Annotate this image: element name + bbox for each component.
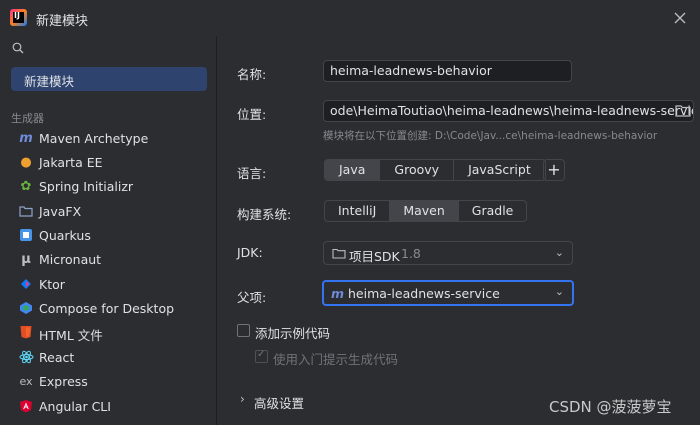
angular-icon xyxy=(18,399,34,415)
location-value: ode\HeimaToutiao\heima-leadnews\heima-le… xyxy=(330,103,694,118)
check-icon: ✓ xyxy=(257,349,266,360)
sidebar-item-quarkus[interactable]: Quarkus xyxy=(18,225,208,247)
onboarding-tips-checkbox[interactable]: ✓ xyxy=(255,349,268,363)
parent-label: 父项: xyxy=(237,290,267,305)
generators-section-label: 生成器 xyxy=(11,112,44,125)
parent-dropdown[interactable]: m heima-leadnews-service ⌄ xyxy=(322,280,574,306)
language-option-groovy[interactable]: Groovy xyxy=(379,159,455,181)
jakarta-icon: ● xyxy=(20,155,32,170)
sidebar-item-maven-archetype[interactable]: m Maven Archetype xyxy=(18,128,208,150)
location-hint: 模块将在以下位置创建: D:\Code\Jav...ce\heima-leadn… xyxy=(323,130,658,142)
maven-icon: m xyxy=(331,286,345,301)
quarkus-icon xyxy=(18,228,34,244)
onboarding-tips-label: 使用入门提示生成代码 xyxy=(273,352,399,367)
jdk-name: 项目SDK xyxy=(349,249,400,264)
sidebar-item-html-file[interactable]: HTML 文件 xyxy=(18,322,208,344)
search-icon[interactable] xyxy=(12,42,24,54)
close-button[interactable] xyxy=(668,6,692,30)
language-segmented-control: Java Groovy JavaScript xyxy=(324,159,546,181)
location-input[interactable]: ode\HeimaToutiao\heima-leadnews\heima-le… xyxy=(323,100,694,122)
compose-icon xyxy=(18,301,34,317)
sidebar-item-compose-desktop[interactable]: Compose for Desktop xyxy=(18,298,208,320)
jdk-dropdown[interactable]: 项目SDK 1.8 ⌄ xyxy=(323,241,573,265)
parent-value: heima-leadnews-service xyxy=(348,286,500,301)
chevron-down-icon: ⌄ xyxy=(554,285,564,298)
sidebar-item-jakarta-ee[interactable]: ● Jakarta EE xyxy=(18,152,208,174)
sidebar-item-spring-initializr[interactable]: ✿ Spring Initializr xyxy=(18,176,208,198)
chevron-down-icon: ⌄ xyxy=(554,246,564,259)
sidebar-item-ktor[interactable]: Ktor xyxy=(18,274,208,296)
window-title: 新建模块 xyxy=(36,14,89,29)
spring-icon: ✿ xyxy=(20,179,32,194)
sidebar-item-angular-cli[interactable]: Angular CLI xyxy=(18,396,208,418)
sidebar-item-javafx[interactable]: JavaFX xyxy=(18,201,208,223)
jdk-version: 1.8 xyxy=(401,246,421,261)
html-icon xyxy=(18,325,34,341)
sidebar-item-new-module[interactable]: 新建模块 xyxy=(11,67,207,91)
sidebar-item-label: 新建模块 xyxy=(24,74,75,89)
jdk-label: JDK: xyxy=(237,245,263,260)
folder-icon[interactable] xyxy=(673,102,693,120)
javafx-icon xyxy=(18,204,34,220)
advanced-settings-toggle[interactable]: › 高级设置 xyxy=(240,392,360,411)
language-label: 语言: xyxy=(237,166,267,181)
build-system-segmented-control: IntelliJ Maven Gradle xyxy=(324,200,528,222)
sidebar-item-micronaut[interactable]: μ Micronaut xyxy=(18,249,208,271)
add-sample-code-label: 添加示例代码 xyxy=(255,326,331,341)
language-option-javascript[interactable]: JavaScript xyxy=(453,159,546,181)
folder-icon xyxy=(332,248,346,259)
watermark: CSDN @菠菠萝宝 xyxy=(549,398,672,416)
build-option-maven[interactable]: Maven xyxy=(389,200,459,222)
build-system-label: 构建系统: xyxy=(237,207,292,222)
build-option-gradle[interactable]: Gradle xyxy=(457,200,528,222)
advanced-settings-label: 高级设置 xyxy=(254,396,305,411)
react-icon xyxy=(18,350,34,366)
sidebar-item-react[interactable]: React xyxy=(18,347,208,369)
build-option-intellij[interactable]: IntelliJ xyxy=(324,200,391,222)
title-bar: IJ 新建模块 xyxy=(0,0,700,36)
location-label: 位置: xyxy=(237,107,267,122)
name-label: 名称: xyxy=(237,67,267,82)
micronaut-icon: μ xyxy=(21,252,31,267)
chevron-right-icon: › xyxy=(240,392,245,406)
maven-icon: m xyxy=(19,131,33,146)
add-sample-code-checkbox[interactable] xyxy=(237,324,250,337)
sidebar-item-express[interactable]: ex Express xyxy=(18,371,208,393)
language-option-java[interactable]: Java xyxy=(324,159,381,181)
add-language-button[interactable]: + xyxy=(543,159,565,181)
ktor-icon xyxy=(18,277,34,293)
name-input[interactable]: heima-leadnews-behavior xyxy=(323,60,572,82)
close-icon xyxy=(674,12,686,24)
express-icon: ex xyxy=(19,375,33,388)
intellij-app-icon: IJ xyxy=(10,9,27,26)
